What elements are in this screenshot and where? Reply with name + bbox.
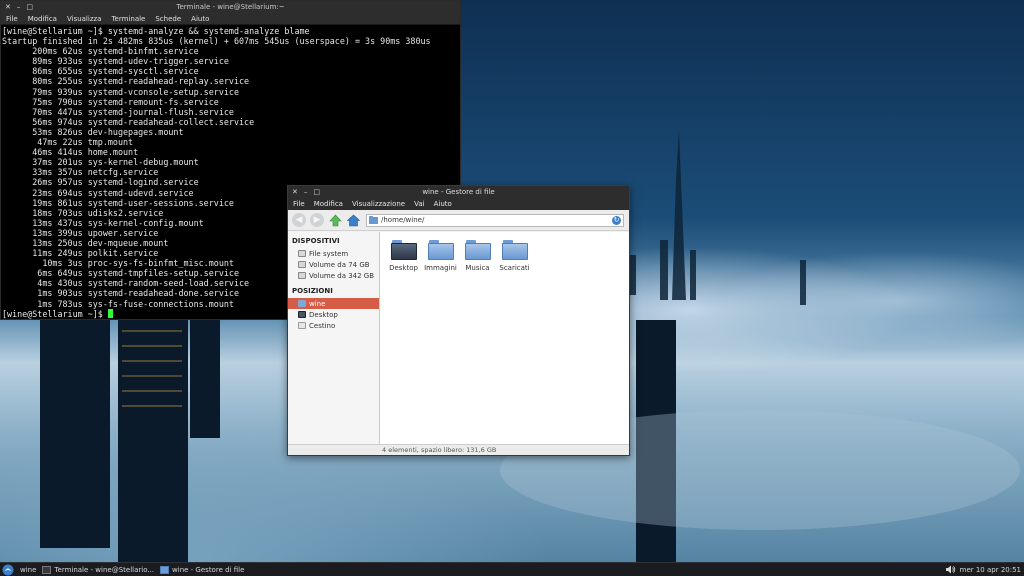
- arrow-up-icon: [328, 214, 342, 226]
- address-bar[interactable]: /home/wine/ ↻: [366, 213, 624, 227]
- start-menu-icon[interactable]: [2, 564, 14, 576]
- terminal-line: 37ms 201us sys-kernel-debug.mount: [2, 157, 199, 168]
- file-item-immagini[interactable]: Immagini: [422, 240, 459, 272]
- drive-icon: [298, 261, 306, 268]
- arrow-left-icon: ◀: [295, 215, 303, 225]
- terminal-icon: [42, 565, 52, 574]
- folder-icon: [427, 240, 454, 260]
- menu-terminale[interactable]: Terminale: [111, 15, 145, 23]
- desktop-icon: [298, 311, 306, 318]
- sidebar-item-desktop[interactable]: Desktop: [288, 309, 379, 320]
- sidebar-item-cestino[interactable]: Cestino: [288, 320, 379, 331]
- forward-button[interactable]: ▶: [310, 213, 324, 227]
- sidebar-item-wine[interactable]: wine: [288, 298, 379, 309]
- drive-icon: [298, 272, 306, 279]
- menu-modifica[interactable]: Modifica: [314, 200, 343, 208]
- menu-file[interactable]: File: [293, 200, 305, 208]
- menu-modifica[interactable]: Modifica: [28, 15, 57, 23]
- terminal-cursor: [107, 308, 113, 318]
- terminal-menubar: File Modifica Visualizza Terminale Sched…: [1, 13, 460, 25]
- terminal-line: 56ms 974us systemd-readahead-collect.ser…: [2, 116, 255, 127]
- terminal-titlebar[interactable]: ✕ – □ Terminale - wine@Stellarium:~: [1, 1, 460, 13]
- sidebar-item-label: Desktop: [309, 310, 338, 319]
- drive-icon: [298, 250, 306, 257]
- file-item-musica[interactable]: Musica: [459, 240, 496, 272]
- file-manager-titlebar[interactable]: ✕ – □ wine - Gestore di file: [288, 186, 629, 198]
- terminal-line: 79ms 939us systemd-vconsole-setup.servic…: [2, 86, 239, 97]
- file-view[interactable]: Desktop Immagini Musica Scaricati: [380, 232, 629, 444]
- taskbar: wine Terminale - wine@Stellario... wine …: [0, 562, 1024, 576]
- taskbar-task-label: Terminale - wine@Stellario...: [54, 565, 155, 574]
- terminal-line: 80ms 255us systemd-readahead-replay.serv…: [2, 76, 250, 87]
- taskbar-task-file-manager[interactable]: wine - Gestore di file: [160, 565, 245, 574]
- terminal-line: 89ms 933us systemd-udev-trigger.service: [2, 56, 229, 67]
- reload-icon[interactable]: ↻: [612, 215, 621, 225]
- sidebar-header-devices: DISPOSITIVI: [292, 237, 340, 245]
- trash-icon: [298, 322, 306, 329]
- address-path: /home/wine/: [381, 216, 425, 224]
- file-manager-menubar: File Modifica Visualizzazione Vai Aiuto: [288, 198, 629, 210]
- desktop-folder-icon: [390, 240, 417, 260]
- menu-vai[interactable]: Vai: [414, 200, 424, 208]
- file-item-label: Musica: [465, 264, 490, 272]
- terminal-line: 75ms 790us systemd-remount-fs.service: [2, 96, 219, 107]
- home-button[interactable]: [346, 213, 360, 227]
- taskbar-task-terminal[interactable]: Terminale - wine@Stellario...: [42, 565, 155, 574]
- sidebar-header-places: POSIZIONI: [292, 287, 333, 295]
- menu-visualizzazione[interactable]: Visualizzazione: [352, 200, 405, 208]
- arrow-right-icon: ▶: [313, 215, 321, 225]
- terminal-prompt: [wine@Stellarium ~]$: [2, 308, 108, 319]
- file-item-label: Immagini: [424, 264, 457, 272]
- file-manager-toolbar: ◀ ▶ /home/wine/ ↻: [288, 210, 629, 231]
- sidebar-item-label: File system: [309, 249, 349, 258]
- taskbar-task-wine[interactable]: wine: [20, 566, 36, 574]
- terminal-line: 70ms 447us systemd-journal-flush.service: [2, 106, 234, 117]
- sidebar-item-volume-342gb[interactable]: Volume da 342 GB: [288, 270, 379, 281]
- sidebar-item-label: wine: [309, 299, 326, 308]
- file-item-label: Desktop: [389, 264, 418, 272]
- home-folder-icon: [298, 300, 306, 307]
- status-text: 4 elementi, spazio libero: 131,6 GB: [382, 446, 497, 454]
- sidebar: DISPOSITIVI File system Volume da 74 GB …: [288, 232, 380, 444]
- menu-aiuto[interactable]: Aiuto: [191, 15, 209, 23]
- file-manager-main: DISPOSITIVI File system Volume da 74 GB …: [288, 232, 629, 444]
- file-item-label: Scaricati: [499, 264, 530, 272]
- home-icon: [346, 214, 360, 226]
- file-manager-title: wine - Gestore di file: [422, 188, 495, 196]
- file-item-scaricati[interactable]: Scaricati: [496, 240, 533, 272]
- terminal-line: 86ms 655us systemd-sysctl.service: [2, 66, 199, 77]
- sidebar-item-label: Volume da 74 GB: [309, 260, 370, 269]
- up-button[interactable]: [328, 213, 342, 227]
- status-bar: 4 elementi, spazio libero: 131,6 GB: [288, 444, 629, 455]
- volume-icon[interactable]: [945, 565, 956, 574]
- folder-icon: [501, 240, 528, 260]
- file-manager-window[interactable]: ✕ – □ wine - Gestore di file File Modifi…: [287, 185, 630, 456]
- menu-aiuto[interactable]: Aiuto: [434, 200, 452, 208]
- terminal-line: 53ms 826us dev-hugepages.mount: [2, 126, 184, 137]
- skyline-towers: [630, 130, 806, 305]
- terminal-line: [wine@Stellarium ~]$ systemd-analyze && …: [2, 26, 310, 36]
- sidebar-item-label: Cestino: [309, 321, 336, 330]
- file-item-desktop[interactable]: Desktop: [385, 240, 422, 272]
- system-tray: mer 10 apr 20:51: [945, 565, 1024, 574]
- back-button[interactable]: ◀: [292, 213, 306, 227]
- terminal-line: Startup finished in 2s 482ms 835us (kern…: [2, 36, 431, 47]
- folder-icon: [464, 240, 491, 260]
- terminal-title: Terminale - wine@Stellarium:~: [176, 3, 285, 11]
- terminal-line: 33ms 357us netcfg.service: [2, 167, 159, 178]
- menu-file[interactable]: File: [6, 15, 18, 23]
- menu-visualizza[interactable]: Visualizza: [67, 15, 101, 23]
- taskbar-task-label: wine: [20, 565, 37, 574]
- sidebar-item-file-system[interactable]: File system: [288, 248, 379, 259]
- terminal-line: 200ms 62us systemd-binfmt.service: [2, 46, 199, 57]
- clock[interactable]: mer 10 apr 20:51: [960, 566, 1021, 574]
- menu-schede[interactable]: Schede: [155, 15, 181, 23]
- folder-icon: [369, 216, 378, 224]
- terminal-line: 46ms 414us home.mount: [2, 147, 139, 158]
- taskbar-task-label: wine - Gestore di file: [172, 565, 245, 574]
- file-manager-icon: [160, 565, 170, 574]
- sidebar-item-volume-74gb[interactable]: Volume da 74 GB: [288, 259, 379, 270]
- terminal-line: 47ms 22us tmp.mount: [2, 137, 134, 148]
- sidebar-item-label: Volume da 342 GB: [309, 271, 375, 280]
